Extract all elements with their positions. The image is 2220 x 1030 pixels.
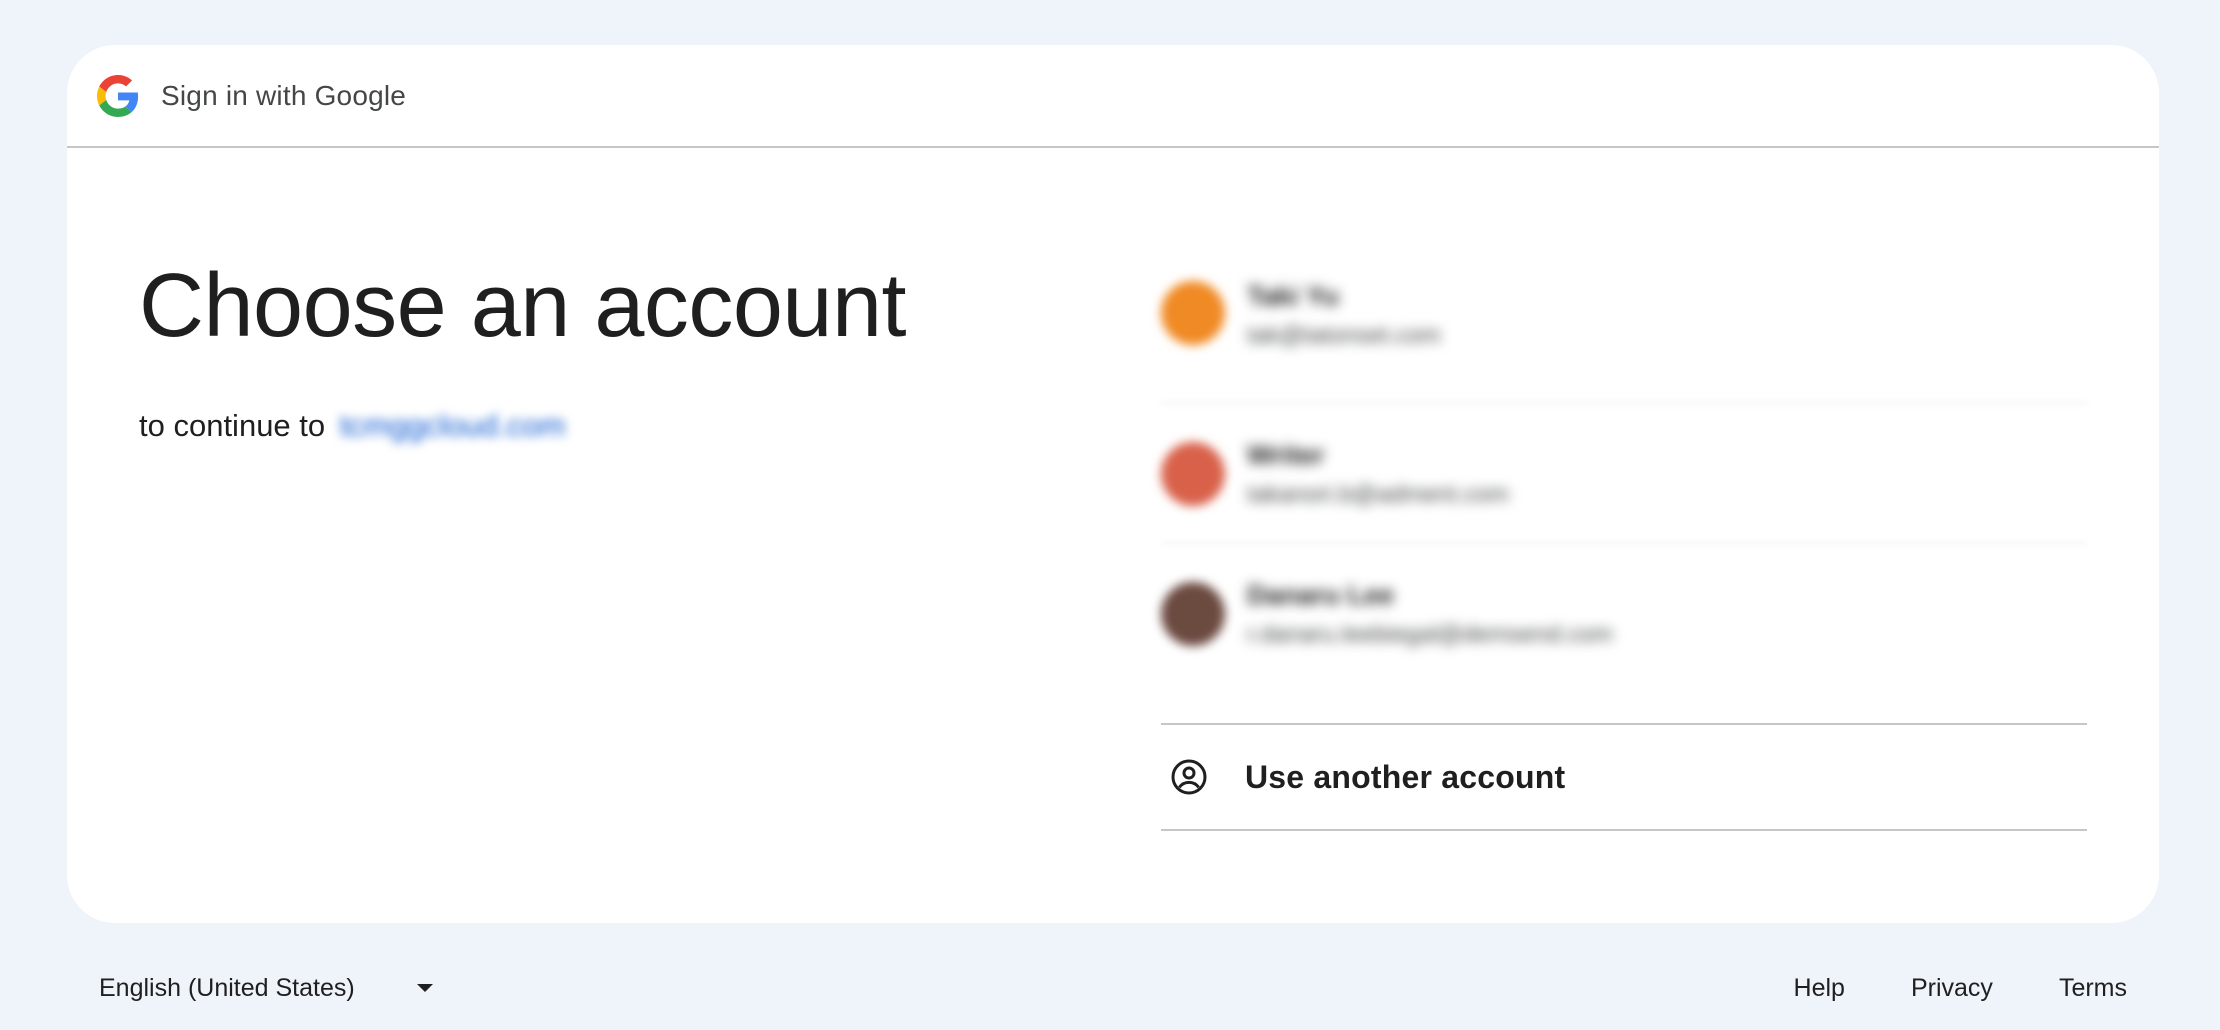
account-item[interactable]: Taki Yu tak@tatonset.com [1161, 277, 2087, 404]
account-circle-icon [1171, 759, 1207, 795]
use-another-account-button[interactable]: Use another account [1161, 723, 2087, 831]
account-name: Danaru Lee [1247, 579, 1395, 610]
account-text: Danaru Lee r.danaru.leebiegal@demsend.co… [1247, 580, 1613, 649]
account-name: Taki Yu [1247, 281, 1340, 311]
page-title: Choose an account [139, 256, 907, 356]
card-header: Sign in with Google [67, 45, 2159, 148]
account-email: tak@tatonset.com [1247, 322, 1441, 349]
avatar [1161, 442, 1225, 506]
header-title: Sign in with Google [161, 79, 407, 111]
account-email: r.danaru.leebiegal@demsend.com [1247, 620, 1613, 648]
help-link[interactable]: Help [1794, 974, 1845, 1003]
language-label: English (United States) [99, 973, 355, 1002]
subtitle-prefix: to continue to [139, 408, 326, 443]
dropdown-caret-icon [416, 984, 433, 992]
account-name: Writer [1247, 439, 1325, 470]
account-list: Taki Yu tak@tatonset.com Writer takanori… [1161, 277, 2087, 684]
destination-link[interactable]: tcmggcloud.com [340, 408, 566, 444]
google-logo-icon [97, 74, 139, 117]
account-item[interactable]: Danaru Lee r.danaru.leebiegal@demsend.co… [1161, 544, 2087, 684]
account-item[interactable]: Writer takanori.b@adment.com [1161, 404, 2087, 544]
terms-link[interactable]: Terms [2059, 974, 2127, 1003]
intro: Choose an account to continue to tcmggcl… [139, 256, 907, 444]
avatar [1161, 281, 1225, 345]
footer-links: Help Privacy Terms [1728, 974, 2127, 1003]
sign-in-card: Sign in with Google Choose an account to… [67, 45, 2159, 923]
avatar [1161, 582, 1225, 646]
use-another-account-label: Use another account [1245, 758, 1566, 795]
privacy-link[interactable]: Privacy [1911, 974, 1993, 1003]
footer: English (United States) Help Privacy Ter… [99, 966, 2127, 1010]
subtitle: to continue to tcmggcloud.com [139, 408, 906, 444]
account-email: takanori.b@adment.com [1247, 480, 1509, 508]
account-text: Writer takanori.b@adment.com [1247, 440, 1509, 509]
language-selector[interactable]: English (United States) [99, 974, 433, 1003]
account-text: Taki Yu tak@tatonset.com [1247, 281, 1441, 350]
